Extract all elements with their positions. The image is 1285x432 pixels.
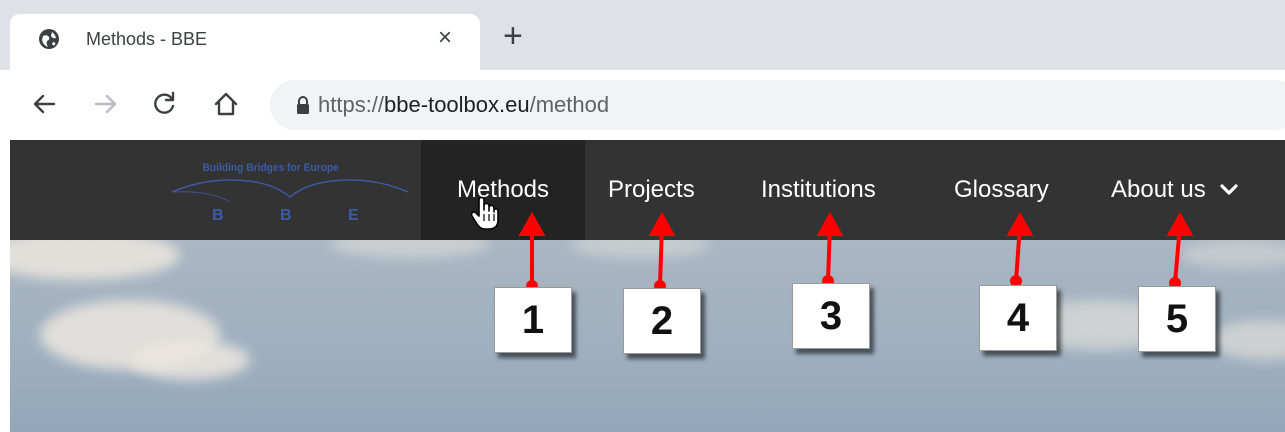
- annotation-callout-5: 5: [1138, 286, 1216, 352]
- hand-cursor-icon: [470, 196, 499, 230]
- annotation-callout-4: 4: [979, 285, 1057, 351]
- annotation-callout-1: 1: [494, 287, 572, 353]
- annotation-callout-3: 3: [792, 283, 870, 349]
- annotation-arrows: [518, 211, 1194, 292]
- annotation-callout-2: 2: [623, 288, 701, 354]
